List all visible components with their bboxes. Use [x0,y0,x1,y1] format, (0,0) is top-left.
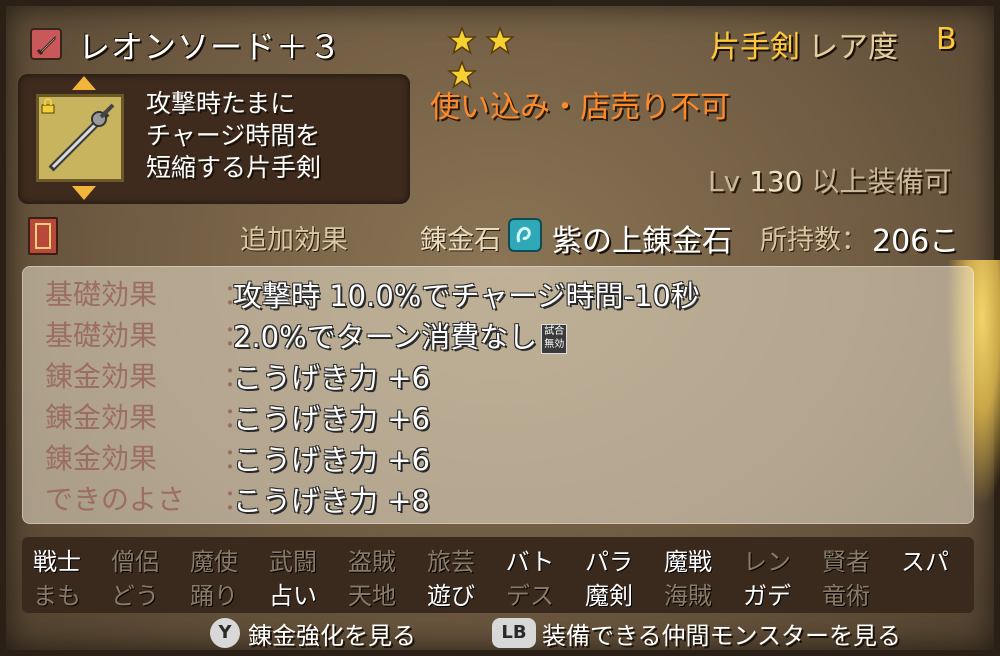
effect-value: 2.0%でターン消費なし [233,320,538,354]
weapon-type: 片手剣 [710,30,800,65]
y-button-icon[interactable]: Y [210,618,240,648]
effect-value-wrap: 2.0%でターン消費なし 試合 無効 [233,314,568,356]
view-alchemy-upgrade-button[interactable]: 錬金強化を見る [248,616,416,651]
effect-label: 基礎効果 [45,319,158,352]
job-item: 踊り [190,582,238,610]
job-item: まも [33,582,81,610]
effect-label: できのよさ [45,483,186,516]
job-item: デス [506,582,554,610]
job-item: 僧侶 [111,548,159,576]
job-item: バト [505,548,555,576]
level-prefix: Lv [708,165,741,198]
view-equippable-monsters-button[interactable]: 装備できる仲間モンスターを見る [542,616,901,651]
job-item: 魔使 [190,548,238,576]
level-suffix: 以上装備可 [811,165,952,198]
item-name: レオンソード＋３ [78,28,343,66]
job-item: 占い [269,582,317,610]
job-item: 海賊 [664,582,712,610]
rarity-value: B [936,22,957,57]
job-item: 遊び [427,582,475,610]
book-icon[interactable] [28,217,58,255]
item-description: 攻撃時たまに チャージ時間を 短縮する片手剣 [146,89,322,182]
job-item: スパ [901,548,949,576]
job-item: 武闘 [269,548,317,576]
extra-effect-label: 追加効果 [240,225,348,256]
lock-icon [40,98,56,114]
alchemy-stone-label: 錬金石 [420,225,501,256]
effect-value: こうげき力 +6 [233,443,430,477]
job-item: 盗賊 [348,548,396,576]
job-item: レン [743,548,791,576]
effect-row: 錬金効果 ： こうげき力 +6 [23,396,973,436]
effect-label: 錬金効果 [45,442,158,475]
effect-label: 基礎効果 [45,278,158,311]
sword-icon [30,28,62,60]
effect-row: 基礎効果 ： 攻撃時 10.0%でチャージ時間-10秒 [23,273,973,313]
effect-row: 基礎効果 ： 2.0%でターン消費なし 試合 無効 [23,314,973,354]
level-value: 130 [749,165,803,198]
lb-button-icon[interactable]: LB [492,618,536,648]
restriction-text: 使い込み・店売り不可 [430,90,730,125]
effects-panel: 基礎効果 ： 攻撃時 10.0%でチャージ時間-10秒 基礎効果 ： 2.0%で… [22,266,974,524]
job-item: 戦士 [33,548,81,576]
rarity-label: レア度 [808,30,898,65]
job-item: ガデ [743,582,791,610]
job-item: 竜術 [822,582,870,610]
job-item: どう [111,582,159,610]
level-requirement: Lv 130 以上装備可 [708,160,951,200]
effect-label: 錬金効果 [45,360,158,393]
job-item: パラ [585,548,633,576]
owned-count-value: 206こ [872,224,960,259]
arrow-up-icon[interactable] [72,76,96,90]
effect-row: 錬金効果 ： こうげき力 +6 [23,437,973,477]
effect-label: 錬金効果 [45,401,158,434]
job-item: 魔剣 [585,582,633,610]
effect-value: 攻撃時 10.0%でチャージ時間-10秒 [233,279,700,313]
item-detail-window: レオンソード＋３ 片手剣 レア度 B 攻撃時たまに チャージ時間を 短縮する片手… [0,0,1000,656]
owned-count-label: 所持数： [760,225,868,256]
alchemy-stone-icon [508,218,542,252]
job-item: 旅芸 [427,548,475,576]
alchemy-stone-name: 紫の上錬金石 [552,224,732,259]
star-icon [446,25,478,56]
job-item: 魔戦 [664,548,712,576]
job-list: 戦士 僧侶 魔使 武闘 盗賊 旅芸 バト パラ 魔戦 レン 賢者 スパ まも ど… [22,537,974,613]
rarity-stars [446,25,547,89]
match-disabled-badge: 試合 無効 [541,324,568,354]
arrow-down-icon[interactable] [72,186,96,200]
description-box: 攻撃時たまに チャージ時間を 短縮する片手剣 [18,74,410,204]
job-item: 賢者 [822,548,870,576]
star-icon [484,25,516,56]
effect-value: こうげき力 +8 [233,484,430,518]
job-item: 天地 [348,582,396,610]
effect-value: こうげき力 +6 [233,361,430,395]
effect-row: できのよさ ： こうげき力 +8 [23,478,973,518]
effect-value: こうげき力 +6 [233,402,430,436]
effect-row: 錬金効果 ： こうげき力 +6 [23,355,973,395]
